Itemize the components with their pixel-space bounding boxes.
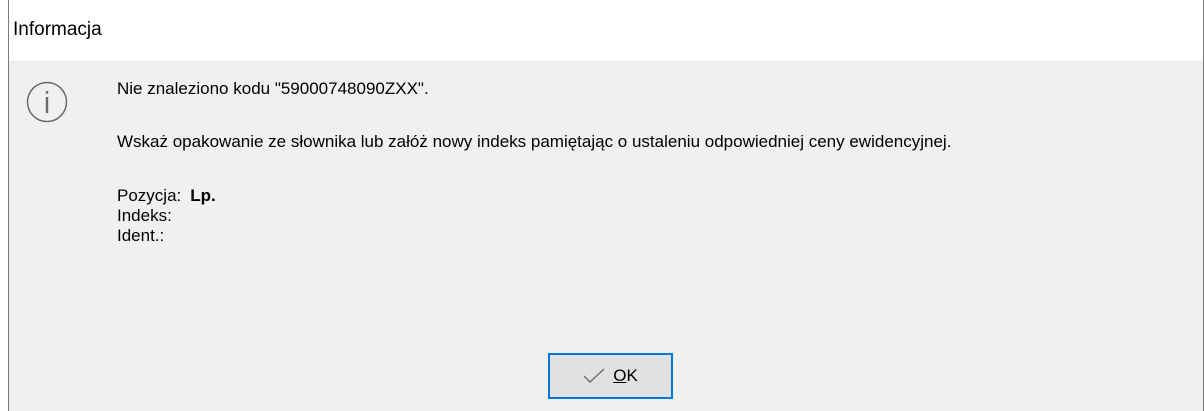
ok-mnemonic-letter: O [613,366,627,385]
ok-label-rest: K [626,366,638,385]
dialog-title: Informacja [13,19,102,40]
detail-pozycja: Pozycja: Lp. [117,186,216,206]
detail-indeks: Indeks: [117,206,216,226]
ok-button[interactable]: OK [548,353,673,399]
indeks-label: Indeks: [117,206,172,225]
pozycja-value: Lp. [190,186,216,205]
ident-label: Ident.: [117,226,165,245]
information-icon [26,81,68,123]
pozycja-label: Pozycja: [117,186,182,205]
details-block: Pozycja: Lp. Indeks: Ident.: [117,186,216,246]
check-icon [583,368,605,383]
ok-button-label: OK [613,366,638,386]
message-not-found: Nie znaleziono kodu "59000748090ZXX". [117,79,429,98]
message-instruction: Wskaż opakowanie ze słownika lub załóż n… [117,132,952,151]
detail-ident: Ident.: [117,226,216,246]
information-dialog: Informacja Nie znaleziono kodu "59000748… [8,0,1204,411]
title-bar[interactable]: Informacja [9,0,1203,62]
